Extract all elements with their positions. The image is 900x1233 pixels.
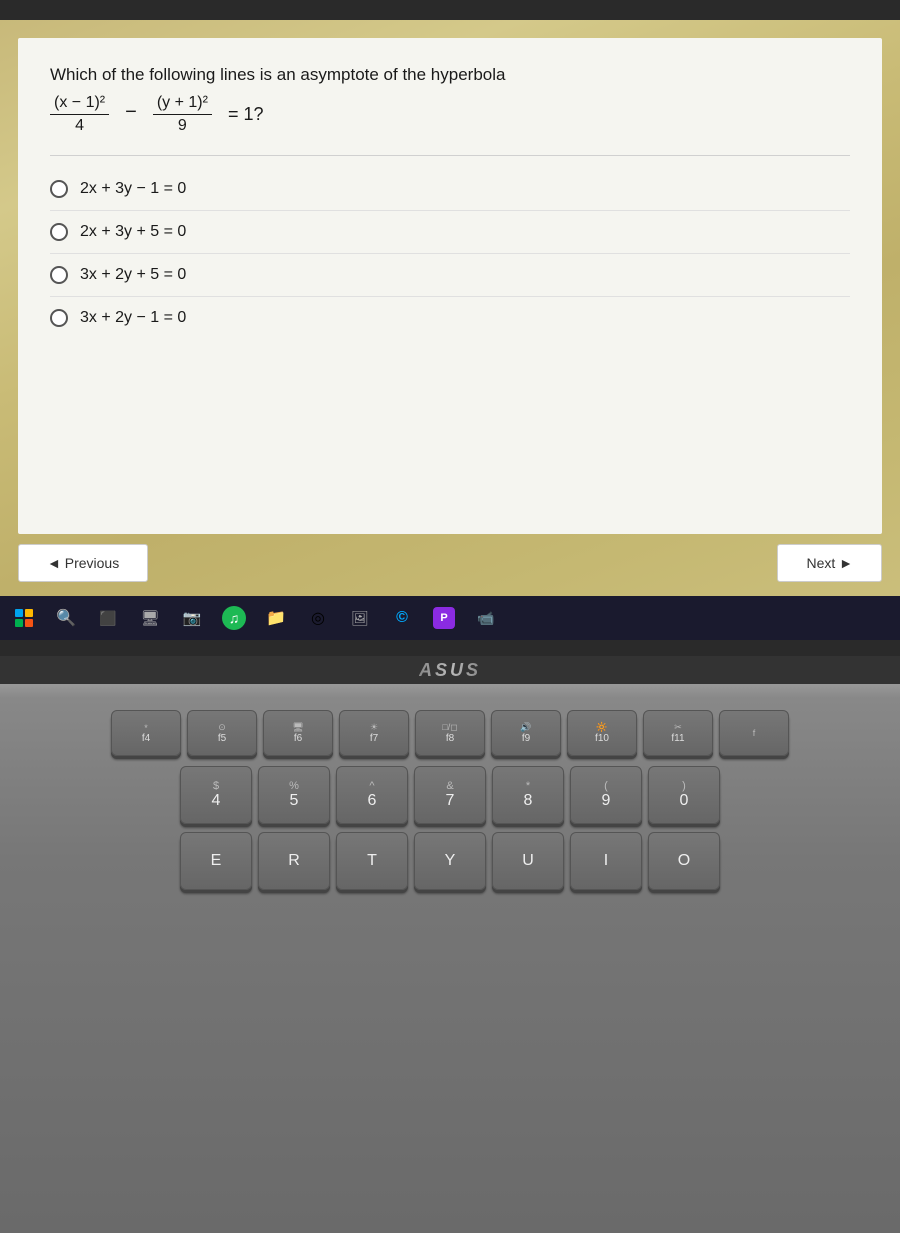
screen-bottom-bezel: ASUS — [0, 656, 900, 684]
photo-icon-shape: 🖼 — [351, 610, 369, 627]
taskbar: 🔍 ⬛ 🖥 📷 ♫ 📁 ◎ 🖼 © — [0, 596, 900, 640]
monitor-icon-shape: 🖥 — [140, 609, 159, 627]
key-7[interactable]: & 7 — [414, 766, 486, 824]
radio-button-4[interactable] — [50, 309, 68, 327]
p-app-icon[interactable]: P — [430, 604, 458, 632]
monitor-icon[interactable]: 🖥 — [136, 604, 164, 632]
key-f7[interactable]: ☀ f7 — [339, 710, 409, 756]
search-icon: 🔍 — [56, 608, 76, 628]
next-button[interactable]: Next ► — [777, 544, 882, 582]
radio-button-1[interactable] — [50, 180, 68, 198]
camera-icon[interactable]: 📷 — [178, 604, 206, 632]
task-view-icon-shape: ⬛ — [99, 610, 116, 627]
key-f6[interactable]: 🖥 f6 — [263, 710, 333, 756]
video-icon-shape: 📹 — [477, 610, 494, 627]
key-y[interactable]: Y — [414, 832, 486, 890]
p-icon-shape: P — [433, 607, 455, 629]
key-9[interactable]: ( 9 — [570, 766, 642, 824]
key-f5[interactable]: ⊙ f5 — [187, 710, 257, 756]
key-f4[interactable]: * f4 — [111, 710, 181, 756]
key-i[interactable]: I — [570, 832, 642, 890]
answer-option-2[interactable]: 2x + 3y + 5 = 0 — [50, 211, 850, 254]
radio-button-3[interactable] — [50, 266, 68, 284]
windows-logo — [15, 609, 33, 627]
key-f11[interactable]: ✂ f11 — [643, 710, 713, 756]
quiz-content-area: Which of the following lines is an asymp… — [18, 38, 882, 534]
option-text-3: 3x + 2y + 5 = 0 — [80, 266, 186, 284]
key-r[interactable]: R — [258, 832, 330, 890]
bezel-bottom — [0, 640, 900, 656]
c-icon-shape: © — [396, 609, 408, 627]
answer-option-1[interactable]: 2x + 3y − 1 = 0 — [50, 168, 850, 211]
fraction-right: (y + 1)² 9 — [153, 94, 212, 135]
option-text-4: 3x + 2y − 1 = 0 — [80, 309, 186, 327]
denominator-right: 9 — [174, 115, 191, 135]
answer-option-4[interactable]: 3x + 2y − 1 = 0 — [50, 297, 850, 339]
task-view-icon[interactable]: ⬛ — [94, 604, 122, 632]
laptop-screen: Which of the following lines is an asymp… — [0, 20, 900, 640]
math-formula: (x − 1)² 4 − (y + 1)² 9 = 1? — [50, 94, 850, 135]
folder-icon-shape: 📁 — [266, 608, 286, 628]
previous-button[interactable]: ◄ Previous — [18, 544, 148, 582]
divider — [50, 155, 850, 156]
radio-button-2[interactable] — [50, 223, 68, 241]
key-f12[interactable]: f — [719, 710, 789, 756]
navigation-bar: ◄ Previous Next ► — [18, 534, 882, 596]
windows-start-icon[interactable] — [10, 604, 38, 632]
option-text-2: 2x + 3y + 5 = 0 — [80, 223, 186, 241]
key-6[interactable]: ^ 6 — [336, 766, 408, 824]
denominator-left: 4 — [71, 115, 88, 135]
key-e[interactable]: E — [180, 832, 252, 890]
key-5[interactable]: % 5 — [258, 766, 330, 824]
c-app-icon[interactable]: © — [388, 604, 416, 632]
letter-key-row: E R T Y U I O — [20, 832, 880, 890]
spotify-icon[interactable]: ♫ — [220, 604, 248, 632]
equals-sign: = 1? — [228, 104, 264, 125]
key-f10[interactable]: 🔆 f10 — [567, 710, 637, 756]
fraction-left: (x − 1)² 4 — [50, 94, 109, 135]
folder-icon[interactable]: 📁 — [262, 604, 290, 632]
answer-option-3[interactable]: 3x + 2y + 5 = 0 — [50, 254, 850, 297]
minus-operator: − — [125, 101, 137, 128]
key-u[interactable]: U — [492, 832, 564, 890]
asus-brand-label: ASUS — [419, 660, 481, 681]
numerator-left: (x − 1)² — [50, 94, 109, 115]
number-key-row: $ 4 % 5 ^ 6 & 7 * 8 ( 9 ) 0 — [20, 766, 880, 824]
chrome-icon-shape: ◎ — [311, 608, 325, 628]
option-text-1: 2x + 3y − 1 = 0 — [80, 180, 186, 198]
laptop-hinge-area — [0, 684, 900, 698]
question-main-text: Which of the following lines is an asymp… — [50, 62, 850, 88]
keyboard-area: * f4 ⊙ f5 🖥 f6 ☀ f7 □/◻ f8 🔊 f9 🔆 f10 ✂ — [0, 698, 900, 1233]
key-4[interactable]: $ 4 — [180, 766, 252, 824]
key-t[interactable]: T — [336, 832, 408, 890]
search-taskbar-icon[interactable]: 🔍 — [52, 604, 80, 632]
fn-key-row: * f4 ⊙ f5 🖥 f6 ☀ f7 □/◻ f8 🔊 f9 🔆 f10 ✂ — [20, 710, 880, 756]
numerator-right: (y + 1)² — [153, 94, 212, 115]
key-0[interactable]: ) 0 — [648, 766, 720, 824]
key-o[interactable]: O — [648, 832, 720, 890]
camera-icon-shape: 📷 — [183, 609, 202, 627]
key-f8[interactable]: □/◻ f8 — [415, 710, 485, 756]
video-icon[interactable]: 📹 — [472, 604, 500, 632]
chrome-icon[interactable]: ◎ — [304, 604, 332, 632]
key-f9[interactable]: 🔊 f9 — [491, 710, 561, 756]
photo-icon[interactable]: 🖼 — [346, 604, 374, 632]
bezel-top — [0, 0, 900, 20]
spotify-logo: ♫ — [222, 606, 246, 630]
key-8[interactable]: * 8 — [492, 766, 564, 824]
